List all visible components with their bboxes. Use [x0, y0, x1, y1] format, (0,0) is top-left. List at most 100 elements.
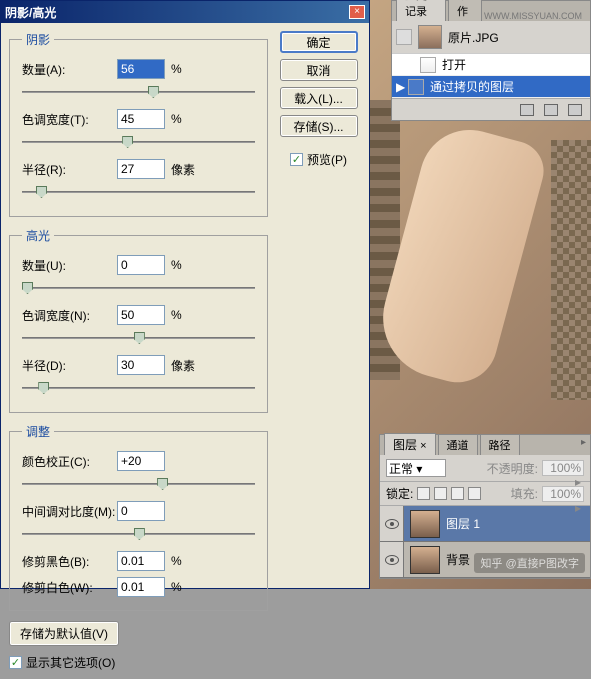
layer-thumbnail: [410, 510, 440, 538]
lock-label: 锁定:: [386, 485, 413, 502]
unit-percent: %: [171, 62, 201, 76]
check-icon: ✓: [9, 656, 22, 669]
cancel-button[interactable]: 取消: [280, 59, 358, 81]
snapshot-thumb: [418, 25, 442, 49]
shadows-tonal-slider[interactable]: [22, 134, 255, 150]
dialog-titlebar[interactable]: 阴影/高光 ×: [1, 1, 369, 23]
check-icon: ✓: [290, 153, 303, 166]
eye-icon: [385, 555, 399, 565]
highlights-tonal-slider[interactable]: [22, 330, 255, 346]
lock-all-icon[interactable]: [468, 487, 481, 500]
lock-pixels-icon[interactable]: [434, 487, 447, 500]
highlights-amount-slider[interactable]: [22, 280, 255, 296]
midtone-contrast-input[interactable]: [117, 501, 165, 521]
adjustments-group: 调整 颜色校正(C): 中间调对比度(M): 修剪黑色(B): % 修剪: [9, 423, 268, 611]
watermark-text: 知乎 @直接P图改字: [474, 553, 585, 573]
unit-percent: %: [171, 258, 201, 272]
visibility-toggle[interactable]: [380, 542, 404, 577]
tab-history[interactable]: 历史记录: [396, 0, 446, 21]
history-panel: 历史记录 动作 WWW.MISSYUAN.COM 原片.JPG 打开 ▶ 通过拷…: [391, 0, 591, 121]
show-more-options-checkbox[interactable]: ✓ 显示其它选项(O): [9, 654, 268, 671]
show-more-label: 显示其它选项(O): [26, 654, 115, 671]
trash-icon[interactable]: [568, 104, 582, 116]
eye-icon: [385, 519, 399, 529]
play-icon: ▶: [396, 80, 402, 94]
preview-label: 预览(P): [307, 151, 347, 168]
brush-icon: [396, 29, 412, 45]
unit-percent: %: [171, 554, 201, 568]
black-clip-label: 修剪黑色(B):: [22, 553, 117, 570]
white-clip-input[interactable]: [117, 577, 165, 597]
white-clip-label: 修剪白色(W):: [22, 579, 117, 596]
highlights-radius-input[interactable]: [117, 355, 165, 375]
shadows-tonal-label: 色调宽度(T):: [22, 111, 117, 128]
photoshop-workspace: 历史记录 动作 WWW.MISSYUAN.COM 原片.JPG 打开 ▶ 通过拷…: [370, 0, 591, 589]
panel-menu-icon[interactable]: ▸: [581, 437, 586, 448]
unit-percent: %: [171, 112, 201, 126]
tab-actions[interactable]: 动作: [448, 0, 482, 21]
ok-button[interactable]: 确定: [280, 31, 358, 53]
layer-icon: [408, 79, 424, 95]
lock-transparency-icon[interactable]: [417, 487, 430, 500]
history-footer: [392, 98, 590, 120]
save-defaults-button[interactable]: 存储为默认值(V): [9, 621, 119, 646]
dialog-title: 阴影/高光: [5, 4, 56, 21]
highlights-legend: 高光: [22, 227, 54, 244]
history-step-label: 通过拷贝的图层: [430, 78, 514, 95]
tab-channels[interactable]: 通道: [438, 434, 478, 455]
tab-layers[interactable]: 图层 ×: [384, 433, 436, 455]
layer-name: 图层 1: [446, 515, 590, 532]
shadows-group: 阴影 数量(A): % 色调宽度(T): % 半径(R): 像素: [9, 31, 268, 217]
highlights-amount-input[interactable]: [117, 255, 165, 275]
shadows-amount-input[interactable]: [117, 59, 165, 79]
close-icon[interactable]: ×: [349, 5, 365, 19]
preview-checkbox[interactable]: ✓ 预览(P): [290, 151, 347, 168]
color-correction-label: 颜色校正(C):: [22, 453, 117, 470]
black-clip-input[interactable]: [117, 551, 165, 571]
unit-percent: %: [171, 580, 201, 594]
snapshot-name: 原片.JPG: [448, 29, 499, 46]
fill-input[interactable]: 100% ▸: [542, 486, 584, 502]
color-correction-slider[interactable]: [22, 476, 255, 492]
document-icon: [420, 57, 436, 73]
highlights-amount-label: 数量(U):: [22, 257, 117, 274]
shadows-radius-label: 半径(R):: [22, 161, 117, 178]
save-button[interactable]: 存储(S)...: [280, 115, 358, 137]
midtone-contrast-slider[interactable]: [22, 526, 255, 542]
blend-mode-select[interactable]: 正常 ▾: [386, 459, 446, 477]
shadows-radius-slider[interactable]: [22, 184, 255, 200]
color-correction-input[interactable]: [117, 451, 165, 471]
layer-thumbnail: [410, 546, 440, 574]
highlights-tonal-input[interactable]: [117, 305, 165, 325]
highlights-tonal-label: 色调宽度(N):: [22, 307, 117, 324]
watermark-url: WWW.MISSYUAN.COM: [484, 11, 586, 21]
layer-item[interactable]: 图层 1: [380, 506, 590, 542]
tab-paths[interactable]: 路径: [480, 434, 520, 455]
opacity-input[interactable]: 100% ▸: [542, 460, 584, 476]
highlights-radius-label: 半径(D):: [22, 357, 117, 374]
visibility-toggle[interactable]: [380, 506, 404, 541]
snapshot-icon[interactable]: [544, 104, 558, 116]
fill-label: 填充:: [511, 485, 538, 502]
history-snapshot[interactable]: 原片.JPG: [392, 21, 590, 54]
shadows-radius-input[interactable]: [117, 159, 165, 179]
unit-percent: %: [171, 308, 201, 322]
image-decor: [551, 140, 591, 400]
highlights-radius-slider[interactable]: [22, 380, 255, 396]
unit-px: 像素: [171, 161, 201, 178]
highlights-group: 高光 数量(U): % 色调宽度(N): % 半径(D): 像素: [9, 227, 268, 413]
new-doc-icon[interactable]: [520, 104, 534, 116]
shadows-amount-slider[interactable]: [22, 84, 255, 100]
shadows-legend: 阴影: [22, 31, 54, 48]
shadows-tonal-input[interactable]: [117, 109, 165, 129]
unit-px: 像素: [171, 357, 201, 374]
history-item[interactable]: 打开: [392, 54, 590, 76]
shadows-amount-label: 数量(A):: [22, 61, 117, 78]
history-step-label: 打开: [442, 56, 466, 73]
load-button[interactable]: 载入(L)...: [280, 87, 358, 109]
lock-position-icon[interactable]: [451, 487, 464, 500]
opacity-label: 不透明度:: [487, 460, 538, 477]
adjustments-legend: 调整: [22, 423, 54, 440]
history-item[interactable]: ▶ 通过拷贝的图层: [392, 76, 590, 98]
shadows-highlights-dialog: 阴影/高光 × 阴影 数量(A): % 色调宽度(T): % 半径(: [0, 0, 370, 589]
